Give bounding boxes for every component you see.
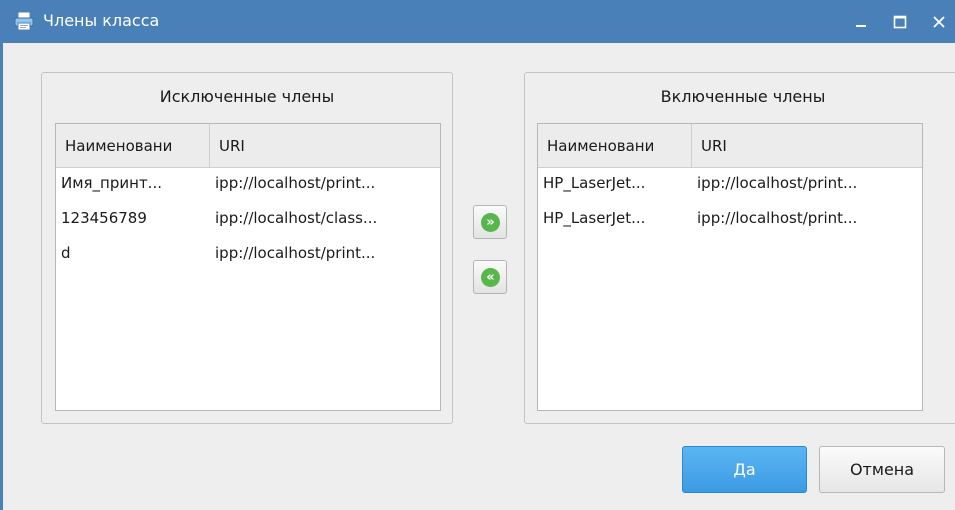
close-icon[interactable] (929, 12, 949, 32)
cell-name: Имя_принт... (61, 174, 162, 192)
minimize-icon[interactable] (851, 12, 871, 32)
window-title: Члены класса (43, 11, 160, 30)
column-header-name[interactable]: Наименовани (538, 124, 692, 168)
cell-name: 123456789 (61, 209, 147, 227)
cell-name: HP_LaserJet... (543, 174, 646, 192)
ok-button[interactable]: Да (682, 446, 807, 493)
included-members-title: Включенные члены (660, 87, 826, 106)
cancel-button[interactable]: Отмена (819, 446, 945, 493)
cell-uri: ipp://localhost/print... (215, 174, 376, 192)
table-row[interactable]: d ipp://localhost/print... (56, 238, 440, 273)
table-header: Наименовани URI (56, 124, 440, 168)
printer-icon (14, 11, 34, 31)
cell-name: HP_LaserJet... (543, 209, 646, 227)
table-row[interactable]: 123456789 ipp://localhost/class... (56, 203, 440, 238)
excluded-members-table[interactable]: Наименовани URI Имя_принт... ipp://local… (55, 123, 441, 411)
column-header-uri[interactable]: URI (210, 124, 440, 168)
included-members-table[interactable]: Наименовани URI HP_LaserJet... ipp://loc… (537, 123, 923, 411)
dialog-window: Члены класса Исключенные члены Наименова… (0, 0, 955, 510)
cell-name: d (61, 244, 71, 262)
add-member-button[interactable]: » (473, 205, 507, 239)
included-members-group: Включенные члены Наименовани URI HP_Lase… (524, 72, 955, 424)
excluded-members-group: Исключенные члены Наименовани URI Имя_пр… (41, 72, 453, 424)
maximize-icon[interactable] (890, 12, 910, 32)
cell-uri: ipp://localhost/class... (215, 209, 378, 227)
double-arrow-right-icon: » (481, 213, 500, 232)
table-row[interactable]: HP_LaserJet... ipp://localhost/print... (538, 168, 922, 203)
table-header: Наименовани URI (538, 124, 922, 168)
title-bar[interactable]: Члены класса (3, 0, 955, 43)
column-header-name[interactable]: Наименовани (56, 124, 210, 168)
cell-uri: ipp://localhost/print... (215, 244, 376, 262)
column-header-uri[interactable]: URI (692, 124, 922, 168)
remove-member-button[interactable]: « (473, 260, 507, 294)
cell-uri: ipp://localhost/print... (697, 209, 858, 227)
table-row[interactable]: Имя_принт... ipp://localhost/print... (56, 168, 440, 203)
cell-uri: ipp://localhost/print... (697, 174, 858, 192)
excluded-members-title: Исключенные члены (159, 87, 335, 106)
double-arrow-left-icon: « (481, 268, 500, 287)
table-row[interactable]: HP_LaserJet... ipp://localhost/print... (538, 203, 922, 238)
